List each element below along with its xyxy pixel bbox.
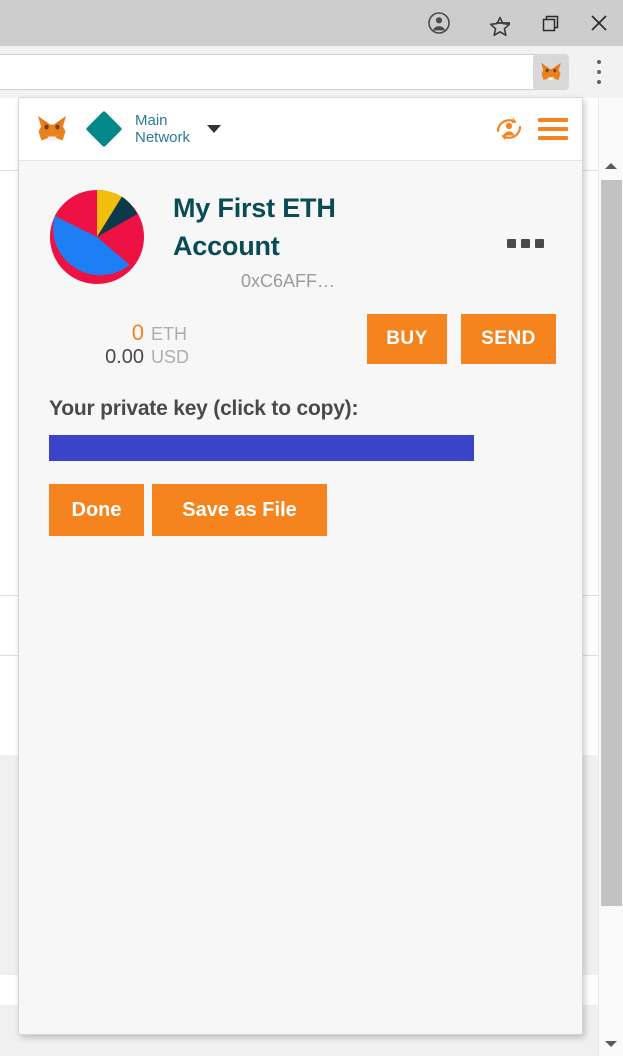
chevron-down-icon: [207, 125, 221, 133]
network-name: Main Network: [135, 112, 191, 146]
metamask-header: Main Network: [19, 98, 582, 161]
balance-display: 0 ETH 0.00 USD: [49, 314, 199, 369]
menu-dot: [597, 60, 601, 64]
menu-bar: [538, 127, 568, 131]
bookmark-button[interactable]: [487, 14, 513, 40]
metamask-fox-icon: [541, 62, 561, 81]
close-icon: [591, 15, 607, 31]
account-actions: BUY SEND: [367, 314, 556, 364]
star-icon: [489, 16, 511, 37]
header-actions: [493, 114, 568, 144]
profile-avatar-button[interactable]: [409, 0, 469, 46]
close-button[interactable]: [575, 0, 623, 46]
menu-dot: [597, 70, 601, 74]
more-options-icon[interactable]: [507, 239, 544, 248]
option-dot: [521, 239, 530, 248]
metamask-fox-icon: [38, 116, 66, 141]
metamask-body: My First ETH Account 0xC6AFF… 0 ETH 0.00…: [19, 161, 582, 1034]
buy-button[interactable]: BUY: [367, 314, 447, 364]
diamond-icon: [85, 110, 123, 148]
chevron-down-icon: [605, 1041, 617, 1047]
send-button[interactable]: SEND: [461, 314, 556, 364]
account-address[interactable]: 0xC6AFF…: [173, 271, 403, 292]
menu-bar: [538, 136, 568, 140]
page-scrollbar[interactable]: [598, 98, 623, 1056]
restore-button[interactable]: [527, 0, 575, 46]
window-controls: [409, 0, 623, 46]
account-switch-icon[interactable]: [493, 114, 525, 144]
usd-balance-unit: USD: [151, 347, 190, 367]
person-icon: [428, 12, 450, 34]
browser-toolbar: [0, 46, 623, 98]
option-dot: [535, 239, 544, 248]
address-bar[interactable]: [0, 54, 540, 90]
metamask-popup: Main Network My First ETH Account 0xC6AF…: [18, 97, 583, 1035]
account-details: My First ETH Account 0xC6AFF…: [173, 189, 556, 292]
eth-balance-row: 0 ETH: [49, 320, 199, 346]
private-key-section: Your private key (click to copy): Done S…: [19, 369, 582, 536]
private-key-value[interactable]: [49, 435, 474, 461]
balance-section: 0 ETH 0.00 USD BUY SEND: [19, 292, 582, 369]
usd-balance-row: 0.00 USD: [49, 346, 199, 369]
private-key-label: Your private key (click to copy):: [49, 397, 359, 420]
chrome-menu-button[interactable]: [590, 58, 608, 86]
chevron-up-icon: [605, 163, 617, 169]
menu-bar: [538, 118, 568, 122]
save-as-file-button[interactable]: Save as File: [152, 484, 327, 536]
restore-icon: [542, 15, 559, 32]
option-dot: [507, 239, 516, 248]
scroll-up-arrow[interactable]: [599, 154, 623, 178]
hamburger-menu-icon[interactable]: [538, 118, 568, 140]
account-name: My First ETH Account: [173, 193, 336, 261]
scrollbar-thumb[interactable]: [601, 180, 622, 906]
metamask-extension-button[interactable]: [533, 54, 569, 90]
eth-balance-unit: ETH: [151, 324, 187, 344]
pie-identicon: [49, 189, 145, 285]
account-section: My First ETH Account 0xC6AFF…: [19, 161, 582, 292]
eth-balance-amount: 0: [131, 320, 144, 345]
browser-title-bar: [0, 0, 623, 47]
usd-balance-amount: 0.00: [105, 346, 144, 368]
done-button[interactable]: Done: [49, 484, 144, 536]
private-key-actions: Done Save as File: [49, 484, 552, 536]
menu-dot: [597, 80, 601, 84]
scroll-down-arrow[interactable]: [599, 1032, 623, 1056]
network-selector[interactable]: Main Network: [85, 110, 221, 148]
